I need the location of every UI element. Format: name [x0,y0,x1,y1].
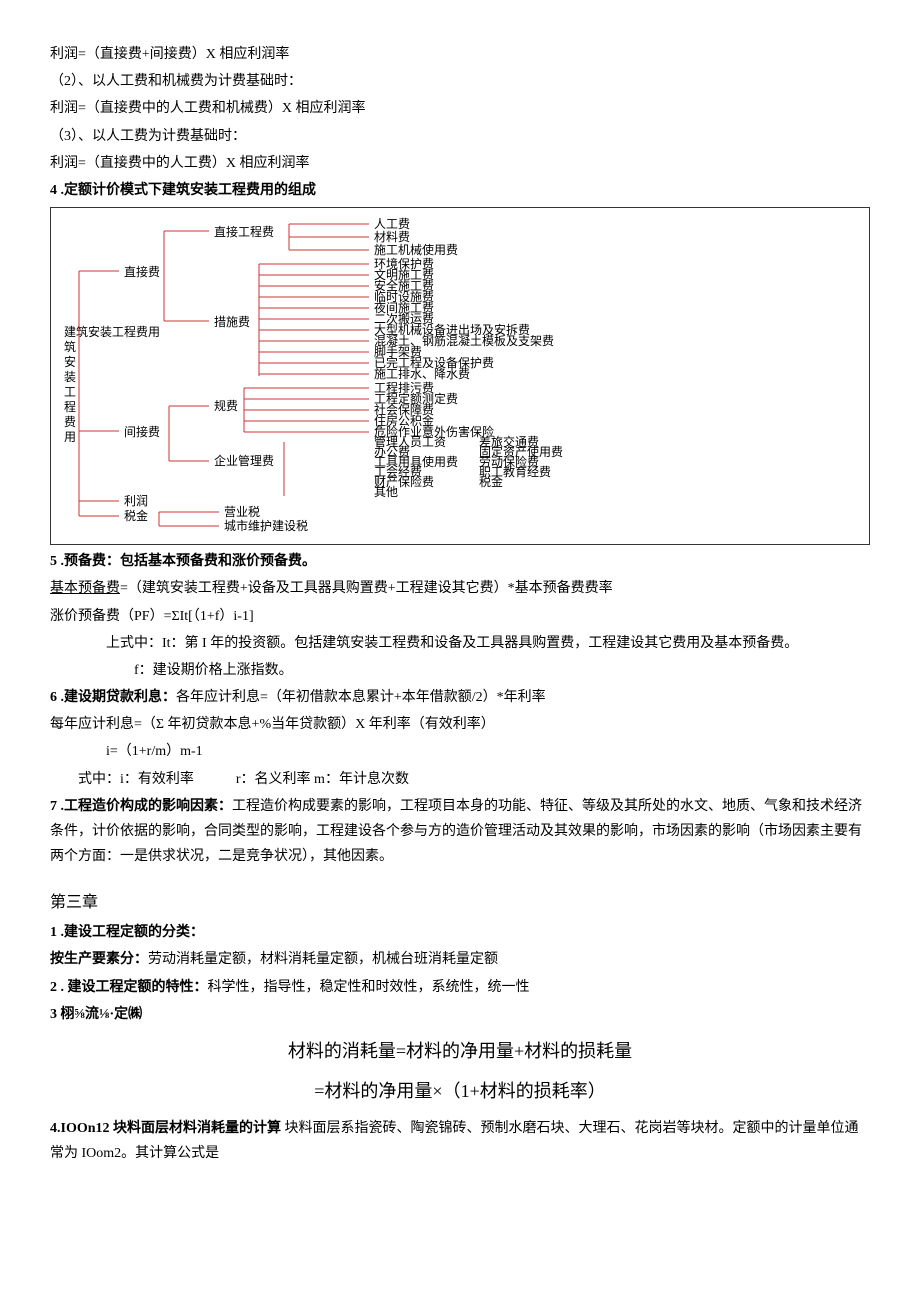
ch3-s1-title: 1 .建设工程定额的分类： [50,920,870,945]
svg-text:费: 费 [64,415,76,429]
line: 利润=（直接费中的人工费）X 相应利润率 [50,151,870,176]
section-4-title: 4 .定额计价模式下建筑安装工程费用的组成 [50,178,870,203]
ch3-s2-title: 2 . 建设工程定额的特性： [50,980,208,995]
ch3-s3-title: 3 栩⅝流⅛·定㈱ [50,1002,870,1027]
text: 劳动消耗量定额，材料消耗量定额，机械台班消耗量定额 [148,952,498,967]
line: 利润=（直接费中的人工费和机械费）X 相应利润率 [50,96,870,121]
line: 按生产要素分：劳动消耗量定额，材料消耗量定额，机械台班消耗量定额 [50,947,870,972]
line: 式中：i：有效利率 r：名义利率 m：年计息次数 [50,767,870,792]
branch-profit: 利润 [124,494,148,508]
document-body: 利润=（直接费+间接费）X 相应利润率 （2）、以人工费和机械费为计费基础时： … [50,42,870,1166]
line: 涨价预备费（PF）=ΣIt[（1+f）i-1] [50,604,870,629]
leaf: 材料费 [374,230,410,244]
sub-direct-eng-fee: 直接工程费 [214,224,274,239]
branch-tax: 税金 [124,508,148,523]
svg-text:安: 安 [64,354,76,369]
leaf: 税金 [479,474,503,489]
text: =（建筑安装工程费+设备及工具器具购置费+工程建设其它费）*基本预备费费率 [120,581,613,596]
section-7-title: 7 .工程造价构成的影响因素： [50,799,232,814]
leaf: 施工机械使用费 [374,242,458,257]
sub-enterprise-mgmt-fee: 企业管理费 [214,453,274,468]
line: 每年应计利息=（Σ 年初贷款本息+%当年贷款额）X 年利率（有效利率） [50,712,870,737]
svg-text:工: 工 [64,385,76,399]
line: （2）、以人工费和机械费为计费基础时： [50,69,870,94]
section-6-title: 6 .建设期贷款利息： [50,690,176,705]
leaf: 营业税 [224,505,260,519]
leaf: 人工费 [374,217,410,231]
sub-regulation-fee: 规费 [214,398,238,413]
diagram-svg: .t { font-family: SimSun, serif; font-si… [59,216,859,536]
leaf: 施工排水、降水费 [374,367,470,381]
ch3-s2: 2 . 建设工程定额的特性：科学性，指导性，稳定性和时效性，系统性，统一性 [50,975,870,1000]
line: （3）、以人工费为计费基础时： [50,124,870,149]
svg-text:装: 装 [64,370,76,384]
text: 3 栩⅝流⅛·定㈱ [50,1007,142,1022]
line: i=（1+r/m）m-1 [50,739,870,764]
material-formula-1: 材料的消耗量=材料的净用量+材料的损耗量 [50,1035,870,1067]
leaf: 城市维护建设税 [224,518,308,533]
line: 上式中：It：第 I 年的投资额。包括建筑安装工程费和设备及工具器具购置费，工程… [50,631,870,656]
label: 按生产要素分： [50,952,148,967]
text: 各年应计利息=（年初借款本息累计+本年借款额/2）*年利率 [176,690,546,705]
cost-structure-diagram: .t { font-family: SimSun, serif; font-si… [50,207,870,545]
leaf: 其他 [374,485,398,499]
text: 科学性，指导性，稳定性和时效性，系统性，统一性 [208,980,530,995]
branch-direct-fee: 直接费 [124,264,160,279]
chapter-3-title: 第三章 [50,889,870,918]
ch3-s4-title: 4.IOOn12 块料面层材料消耗量的计算 [50,1121,281,1136]
line: 利润=（直接费+间接费）X 相应利润率 [50,42,870,67]
svg-text:用: 用 [64,430,76,444]
branch-indirect-fee: 间接费 [124,424,160,439]
basic-reserve-label: 基本预备费 [50,581,120,596]
line: 基本预备费=（建筑安装工程费+设备及工具器具购置费+工程建设其它费）*基本预备费… [50,576,870,601]
line: f：建设期价格上涨指数。 [50,658,870,683]
svg-text:程: 程 [64,399,76,414]
section-6: 6 .建设期贷款利息：各年应计利息=（年初借款本息累计+本年借款额/2）*年利率 [50,685,870,710]
section-7: 7 .工程造价构成的影响因素：工程造价构成要素的影响，工程项目本身的功能、特征、… [50,794,870,870]
sub-measure-fee: 措施费 [214,315,250,329]
diagram-root: 建筑安装工程费用 [64,324,160,339]
section-5-title: 5 .预备费：包括基本预备费和涨价预备费。 [50,549,870,574]
ch3-s4: 4.IOOn12 块料面层材料消耗量的计算 块料面层系指瓷砖、陶瓷锦砖、预制水磨… [50,1116,870,1166]
svg-text:筑: 筑 [64,339,76,354]
material-formula-2: =材料的净用量×（1+材料的损耗率） [50,1075,870,1107]
